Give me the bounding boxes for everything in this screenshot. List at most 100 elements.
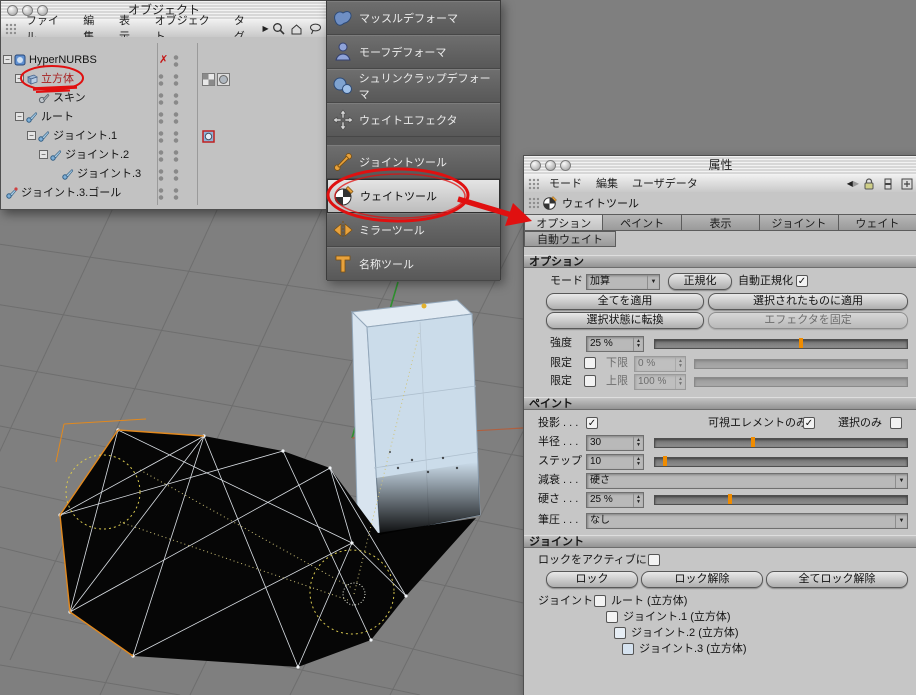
dropdown-arrow-icon[interactable]: ▼	[895, 474, 907, 488]
limit-lower-checkbox[interactable]	[584, 357, 596, 369]
hardness-field[interactable]: 25 % ▲ ▼	[586, 492, 644, 508]
mode-dropdown[interactable]: 加算 ▼	[586, 274, 660, 290]
stepper-down-icon[interactable]: ▼	[678, 364, 683, 369]
visibility-dots[interactable]	[158, 187, 188, 201]
joint-checkbox[interactable]	[622, 643, 634, 655]
joint-checkbox[interactable]	[606, 611, 618, 623]
limit-upper-checkbox[interactable]	[584, 375, 596, 387]
joint-checkbox[interactable]	[594, 595, 606, 607]
fix-effector-button[interactable]: エフェクタを固定	[708, 312, 908, 329]
stepper-down-icon[interactable]: ▼	[636, 500, 641, 505]
tool-naming-tool[interactable]: 名称ツール	[327, 247, 500, 281]
window-zoom-button[interactable]	[560, 160, 571, 171]
tree-row-joint3-goal[interactable]: ジョイント.3.ゴール	[1, 184, 327, 203]
collapse-icon[interactable]: −	[15, 74, 24, 83]
visibility-dots[interactable]	[158, 111, 188, 125]
selected-only-checkbox[interactable]	[890, 417, 902, 429]
tool-morph-deformer[interactable]: モーフデフォーマ	[327, 35, 500, 69]
radius-slider[interactable]	[654, 437, 908, 448]
step-slider[interactable]	[654, 456, 908, 467]
joint-list-item[interactable]: ジョイント.1 (立方体)	[524, 609, 916, 626]
palette-grip-icon[interactable]	[528, 177, 539, 190]
stepper-down-icon[interactable]: ▼	[678, 382, 683, 387]
tool-joint-tool[interactable]: ジョイントツール	[327, 145, 500, 179]
step-field[interactable]: 10 ▲ ▼	[586, 454, 644, 470]
strength-slider[interactable]	[654, 338, 908, 349]
slider-handle[interactable]	[798, 338, 803, 348]
tool-weight-tool[interactable]: ウェイトツール	[327, 179, 500, 213]
texture-tag-icon[interactable]	[202, 73, 215, 86]
selected-vertex[interactable]	[421, 303, 427, 309]
joint-checkbox[interactable]	[614, 627, 626, 639]
auto-normalize-checkbox[interactable]: ✓	[796, 275, 808, 287]
joint-item-label[interactable]: ジョイント.2 (立方体)	[631, 625, 739, 641]
tree-label[interactable]: ジョイント.3.ゴール	[21, 184, 121, 203]
joint-list-item[interactable]: ジョイント.2 (立方体)	[524, 625, 916, 642]
tree-label[interactable]: スキン	[53, 89, 86, 108]
normalize-button[interactable]: 正規化	[668, 273, 732, 290]
tool-muscle-deformer[interactable]: マッスルデフォーマ	[327, 1, 500, 35]
stepper[interactable]: ▲ ▼	[633, 455, 643, 469]
tree-label[interactable]: ジョイント.2	[65, 146, 129, 165]
stepper[interactable]: ▲ ▼	[633, 436, 643, 450]
tree-label[interactable]: ルート	[41, 108, 74, 127]
visible-only-checkbox[interactable]: ✓	[803, 417, 815, 429]
tool-mirror-tool[interactable]: ミラーツール	[327, 213, 500, 247]
history-forward-icon[interactable]: ▶	[853, 177, 859, 191]
add-panel-icon[interactable]	[899, 177, 914, 191]
unlock-all-button[interactable]: 全てロック解除	[766, 571, 908, 588]
collapse-icon[interactable]: −	[27, 131, 36, 140]
tab-joints[interactable]: ジョイント	[759, 214, 838, 231]
disabled-x-icon[interactable]: ✗	[159, 51, 168, 70]
joint-list-item[interactable]: ルート (立方体)	[524, 593, 916, 610]
tree-label[interactable]: ジョイント.3	[77, 165, 141, 184]
tree-row-joint3[interactable]: ジョイント.3	[1, 165, 327, 184]
slider-handle[interactable]	[662, 456, 667, 466]
pressure-dropdown[interactable]: なし ▼	[586, 513, 908, 529]
projection-checkbox[interactable]: ✓	[586, 417, 598, 429]
strength-field[interactable]: 25 % ▲ ▼	[586, 336, 644, 352]
tree-row-joint1[interactable]: − ジョイント.1	[1, 127, 327, 146]
menu-overflow-icon[interactable]: ▶	[262, 22, 268, 36]
joint-item-label[interactable]: ジョイント.1 (立方体)	[623, 609, 731, 625]
joint-item-label[interactable]: ジョイント.3 (立方体)	[639, 641, 747, 657]
joint-item-label[interactable]: ルート (立方体)	[611, 593, 687, 609]
visibility-dots[interactable]	[158, 168, 188, 182]
tree-label[interactable]: 立方体	[41, 70, 74, 89]
section-options[interactable]: オプション	[524, 255, 916, 268]
tab-auto-weight[interactable]: 自動ウェイト	[524, 231, 616, 247]
weight-tag-icon[interactable]	[202, 130, 215, 143]
apply-selected-button[interactable]: 選択されたものに適用	[708, 293, 908, 310]
tree-row-hypernurbs[interactable]: − HyperNURBS ✗	[1, 51, 327, 70]
joint-list-item[interactable]: ジョイント.3 (立方体)	[524, 641, 916, 658]
lock-active-checkbox[interactable]	[648, 554, 660, 566]
stepper[interactable]: ▲ ▼	[633, 493, 643, 507]
section-joints[interactable]: ジョイント	[524, 535, 916, 548]
upper-field[interactable]: 100 % ▲ ▼	[634, 374, 686, 390]
lasso-icon[interactable]	[308, 22, 323, 36]
tool-weight-effector[interactable]: ウェイトエフェクタ	[327, 103, 500, 137]
tab-display[interactable]: 表示	[680, 214, 760, 231]
phong-tag-icon[interactable]	[217, 73, 230, 86]
upper-slider[interactable]	[694, 377, 908, 387]
stepper[interactable]: ▲ ▼	[633, 337, 643, 351]
new-window-icon[interactable]	[880, 177, 895, 191]
tab-options[interactable]: オプション	[524, 214, 603, 231]
tool-shrinkwrap-deformer[interactable]: シュリンクラップデフォーマ	[327, 69, 500, 103]
section-paint[interactable]: ペイント	[524, 397, 916, 410]
unlock-button[interactable]: ロック解除	[641, 571, 763, 588]
attributes-titlebar[interactable]: 属性	[524, 156, 916, 176]
slider-handle[interactable]	[728, 494, 733, 504]
tree-row-skin[interactable]: スキン	[1, 89, 327, 108]
slider-handle[interactable]	[750, 437, 755, 447]
tree-label[interactable]: ジョイント.1	[53, 127, 117, 146]
lower-field[interactable]: 0 % ▲ ▼	[634, 356, 686, 372]
falloff-dropdown[interactable]: 硬さ ▼	[586, 473, 908, 489]
dropdown-arrow-icon[interactable]: ▼	[647, 275, 659, 289]
menu-userdata[interactable]: ユーザデータ	[625, 176, 705, 192]
menu-mode[interactable]: モード	[542, 176, 589, 192]
apply-all-button[interactable]: 全てを適用	[546, 293, 704, 310]
stepper-down-icon[interactable]: ▼	[636, 344, 641, 349]
tab-paint[interactable]: ペイント	[602, 214, 681, 231]
menu-edit[interactable]: 編集	[589, 176, 625, 192]
